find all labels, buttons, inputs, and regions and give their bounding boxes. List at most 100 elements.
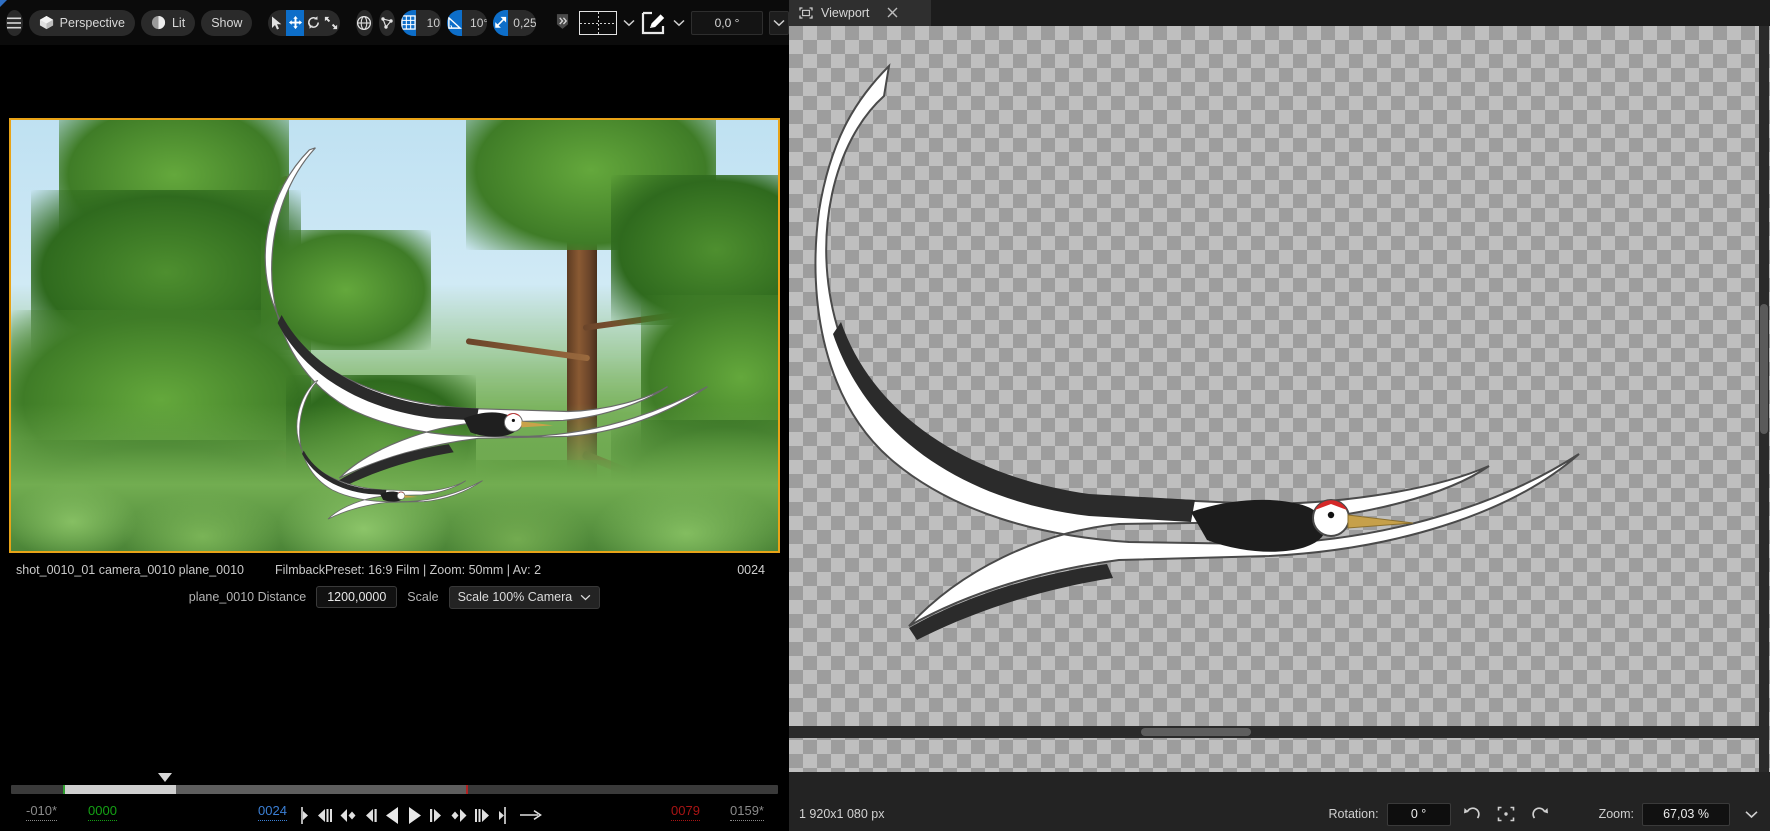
zoom-dropdown-button[interactable] bbox=[1738, 802, 1764, 826]
rotate-tool-button[interactable] bbox=[304, 10, 322, 36]
transport-controls bbox=[300, 801, 542, 829]
coordinate-space-button[interactable] bbox=[355, 9, 373, 36]
timeline-controls-row: -010* 0000 0024 0079 0159* bbox=[0, 801, 789, 829]
rotate-clockwise-icon bbox=[1531, 807, 1548, 819]
crane-birds-overlay bbox=[264, 147, 708, 520]
loop-mode-button[interactable] bbox=[520, 803, 542, 827]
sequencer-timeline: -010* 0000 0024 0079 0159* bbox=[0, 769, 789, 831]
plane-distance-row: plane_0010 Distance 1200,0000 Scale Scal… bbox=[0, 582, 789, 612]
step-forward-button[interactable] bbox=[429, 803, 443, 827]
rotate-counter-clockwise-icon bbox=[1463, 807, 1480, 819]
previous-key-diamond-button[interactable] bbox=[340, 803, 357, 827]
previous-keyframe-button[interactable] bbox=[316, 803, 333, 827]
rotation-input[interactable]: 0 ° bbox=[1386, 802, 1451, 826]
view-mode-dropdown[interactable]: Lit bbox=[140, 9, 196, 36]
fit-to-screen-icon bbox=[1497, 806, 1514, 822]
play-forward-icon bbox=[409, 806, 421, 824]
horizontal-scrollbar[interactable] bbox=[789, 726, 1760, 738]
chevron-down-icon bbox=[580, 594, 591, 600]
image-status-bar: 1 920x1 080 px Rotation: 0 ° Zoom: 67,03… bbox=[789, 797, 1770, 831]
preview-artwork bbox=[11, 120, 778, 551]
play-forward-button[interactable] bbox=[407, 803, 422, 827]
next-keyframe-button[interactable] bbox=[474, 803, 491, 827]
fit-to-screen-button[interactable] bbox=[1493, 802, 1519, 826]
timeline-scrub-track[interactable] bbox=[11, 785, 778, 794]
rotation-dropdown-button[interactable] bbox=[769, 10, 789, 35]
rotate-clockwise-button[interactable] bbox=[1527, 802, 1553, 826]
translate-tool-button[interactable] bbox=[286, 9, 305, 36]
distance-value-field[interactable]: 1200,0000 bbox=[316, 586, 398, 608]
camera-preview-frame[interactable] bbox=[9, 118, 780, 553]
timeline-range-start[interactable]: 0000 bbox=[88, 803, 117, 821]
tab-viewport-label: Viewport bbox=[821, 6, 870, 20]
timeline-end-marker bbox=[466, 785, 468, 794]
viewport-toolbar: Perspective Lit Show 10 10° 0,25 0,0 ° bbox=[0, 0, 789, 45]
scale-snap-icon bbox=[495, 16, 507, 28]
camera-grid-dropdown[interactable] bbox=[623, 10, 635, 36]
scale-gizmo-icon bbox=[325, 16, 338, 29]
grid-snap-toggle[interactable] bbox=[401, 9, 417, 36]
step-back-button[interactable] bbox=[364, 803, 378, 827]
angle-snap-toggle[interactable] bbox=[447, 9, 463, 36]
status-right-group: Rotation: 0 ° Zoom: 67,03 % bbox=[1329, 802, 1770, 826]
grid-snap-value[interactable]: 10 bbox=[416, 9, 442, 36]
horizontal-scroll-thumb[interactable] bbox=[1141, 728, 1251, 736]
jump-to-end-button[interactable] bbox=[498, 803, 507, 827]
jump-to-start-button[interactable] bbox=[300, 803, 309, 827]
distance-label: plane_0010 Distance bbox=[188, 590, 307, 604]
scale-mode-label: Scale 100% Camera bbox=[457, 590, 573, 604]
play-reverse-button[interactable] bbox=[385, 803, 400, 827]
camera-grid-overlay-button[interactable] bbox=[579, 10, 617, 36]
close-x-icon bbox=[887, 7, 898, 17]
step-forward-icon bbox=[430, 808, 441, 822]
shot-label: shot_0010_01 camera_0010 plane_0010 bbox=[16, 563, 244, 577]
rotation-label: Rotation: bbox=[1328, 807, 1379, 821]
timeline-remaining-range bbox=[176, 785, 466, 794]
vertical-scrollbar[interactable] bbox=[1759, 26, 1769, 772]
draw-tool-dropdown[interactable] bbox=[673, 10, 685, 36]
timeline-range-end[interactable]: 0079 bbox=[671, 803, 700, 821]
timeline-start-marker bbox=[63, 785, 65, 794]
surface-snapping-button[interactable] bbox=[378, 9, 396, 36]
camera-info-row: shot_0010_01 camera_0010 plane_0010 Film… bbox=[0, 562, 789, 584]
zoom-input[interactable]: 67,03 % bbox=[1642, 802, 1730, 826]
tab-close-button[interactable] bbox=[887, 6, 898, 21]
half-sphere-icon bbox=[151, 15, 166, 30]
rotate-counter-clockwise-button[interactable] bbox=[1459, 802, 1485, 826]
crane-large bbox=[264, 147, 708, 487]
scale-snap-toggle[interactable] bbox=[492, 9, 508, 36]
show-flags-dropdown[interactable]: Show bbox=[201, 9, 253, 36]
timeline-end-limit[interactable]: 0159* bbox=[730, 803, 764, 821]
show-label: Show bbox=[211, 15, 243, 30]
timeline-start-limit[interactable]: -010* bbox=[26, 803, 58, 821]
tab-viewport[interactable]: Viewport bbox=[789, 0, 931, 26]
image-canvas[interactable] bbox=[789, 26, 1770, 772]
grid-snap-icon bbox=[401, 15, 417, 30]
timeline-current-frame[interactable]: 0024 bbox=[258, 803, 287, 821]
angle-snap-value[interactable]: 10° bbox=[462, 9, 487, 36]
scale-tool-button[interactable] bbox=[322, 10, 340, 36]
rotate-gizmo-icon bbox=[307, 16, 319, 29]
hamburger-menu-icon bbox=[7, 17, 22, 28]
edit-pencil-icon bbox=[641, 11, 665, 34]
select-tool-button[interactable] bbox=[268, 10, 286, 36]
chevron-down-icon bbox=[773, 19, 785, 26]
timeline-playback-range bbox=[65, 785, 176, 794]
rotation-value-field[interactable]: 0,0 ° bbox=[691, 10, 763, 35]
perspective-label: Perspective bbox=[59, 15, 125, 30]
image-viewer-panel: Viewport 1 920x1 080 px Rotation: 0 ° Zo… bbox=[789, 0, 1770, 831]
scale-snap-value[interactable]: 0,25 bbox=[507, 9, 537, 36]
next-key-diamond-button[interactable] bbox=[450, 803, 467, 827]
toolbar-overflow-button[interactable] bbox=[552, 13, 573, 32]
preview-frame-label: 0024 bbox=[737, 563, 765, 577]
draw-tool-button[interactable] bbox=[641, 10, 667, 36]
vertical-scroll-thumb[interactable] bbox=[1760, 304, 1768, 434]
chevron-down-icon bbox=[673, 19, 685, 26]
perspective-dropdown[interactable]: Perspective bbox=[28, 9, 135, 36]
angle-snap-icon bbox=[448, 16, 463, 29]
timeline-playhead[interactable] bbox=[158, 773, 172, 782]
scale-mode-dropdown[interactable]: Scale 100% Camera bbox=[448, 585, 601, 609]
filmback-label: FilmbackPreset: 16:9 Film | Zoom: 50mm |… bbox=[275, 563, 542, 577]
viewport-menu-button[interactable] bbox=[6, 9, 23, 36]
scale-label: Scale bbox=[407, 590, 439, 604]
